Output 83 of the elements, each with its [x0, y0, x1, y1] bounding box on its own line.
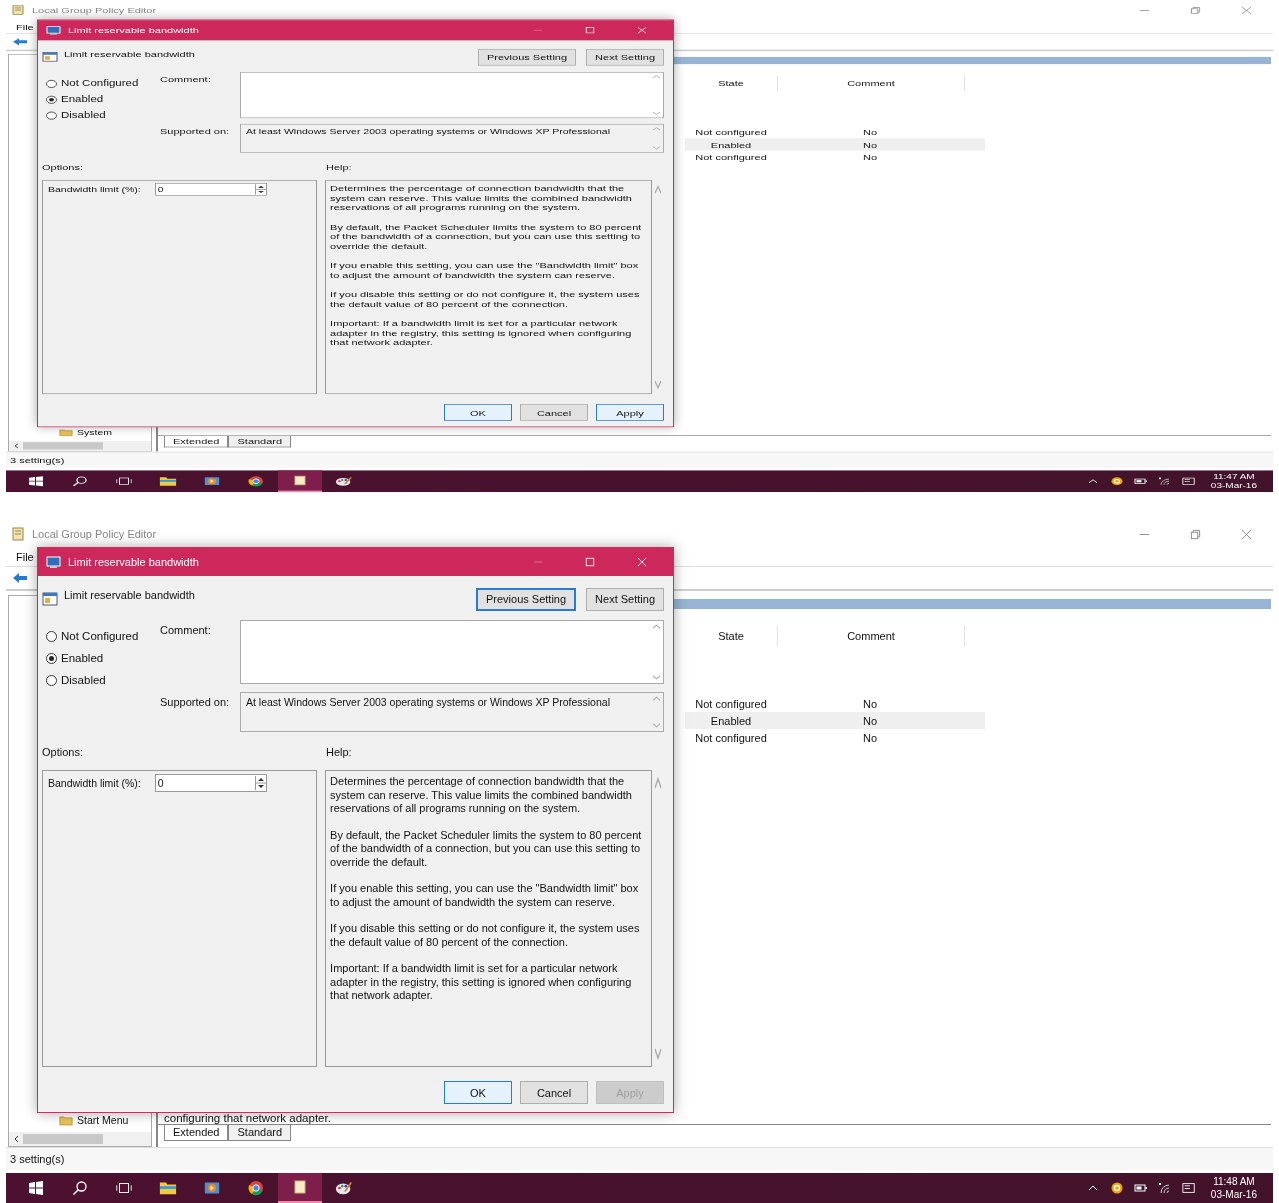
help-paragraph: If you disable this setting or do not configure it, the system uses the default value of 80 percent of the connection. — [330, 922, 641, 949]
dialog-button[interactable]: Cancel — [520, 1081, 588, 1104]
scroll-icon — [10, 526, 26, 542]
restore-icon[interactable] — [1190, 528, 1201, 540]
help-paragraph: Important: If a bandwidth limit is set for a particular network adapter in the registry, this setting is ignored when configuring that network adapter. — [330, 962, 633, 1003]
search-icon[interactable] — [71, 1180, 89, 1196]
tree-item[interactable]: Start Menu — [59, 1114, 151, 1126]
tray-app-icon[interactable] — [1109, 476, 1124, 486]
section-label: Options: — [42, 746, 84, 760]
taskbar-app-button[interactable] — [278, 470, 322, 493]
folder-icon[interactable] — [159, 475, 177, 487]
radio-button[interactable] — [46, 79, 57, 88]
policy-icon — [42, 591, 58, 607]
close-icon[interactable] — [1241, 528, 1252, 540]
help-paragraph: By default, the Packet Scheduler limits the system to 80 percent of the bandwidth of a connection, but you can use this setting to override the default. — [330, 828, 643, 869]
radio-option[interactable]: Not Configured — [42, 630, 139, 642]
chevron-left-icon[interactable] — [13, 1135, 19, 1143]
computer-icon — [46, 24, 62, 36]
radio-option[interactable]: Disabled — [42, 110, 106, 120]
help-paragraph: Determines the percentage of connection bandwidth that the system can reserve. This value limits the combined bandwidth reservations of all programs running on the system. — [330, 775, 633, 816]
field-label: Supported on: — [160, 695, 231, 710]
media-player-icon[interactable] — [203, 475, 221, 487]
radio-button[interactable] — [46, 95, 57, 104]
back-arrow-icon[interactable] — [12, 572, 28, 584]
radio-button[interactable] — [46, 652, 57, 664]
notification-icon[interactable] — [1181, 1182, 1196, 1194]
dialog-button[interactable]: OK — [444, 1081, 512, 1104]
status-text: 3 setting(s) — [10, 1153, 65, 1165]
radio-button[interactable] — [46, 630, 57, 642]
view-tab[interactable]: Standard — [228, 1125, 292, 1141]
tray-app-icon[interactable] — [1109, 1182, 1124, 1194]
list-row[interactable]: Not configured No — [685, 729, 985, 746]
section-label: Help: — [326, 746, 352, 760]
number-spinner[interactable]: 0 — [154, 774, 267, 792]
windows-start-icon[interactable] — [27, 1180, 45, 1196]
nav-button[interactable]: Next Setting — [586, 587, 664, 611]
comment-field[interactable] — [240, 72, 664, 119]
scroll-icon — [291, 1179, 309, 1195]
radio-option[interactable]: Enabled — [42, 652, 104, 664]
list-row[interactable]: Not configured No — [685, 695, 985, 712]
horizontal-scrollbar[interactable] — [9, 1132, 151, 1146]
scrollbar[interactable] — [650, 621, 663, 683]
restore-icon[interactable] — [1190, 6, 1201, 15]
field-label: Bandwidth limit (%): — [48, 777, 141, 789]
column-header[interactable]: Comment — [778, 626, 965, 646]
folder-icon[interactable] — [159, 1180, 177, 1196]
horizontal-scrollbar[interactable] — [9, 440, 151, 451]
list-row[interactable]: Enabled No — [685, 712, 985, 729]
paint-palette-icon[interactable] — [335, 1180, 353, 1196]
policy-name: Limit reservable bandwidth — [64, 589, 195, 601]
paint-palette-icon[interactable] — [335, 475, 353, 487]
policy-icon — [42, 51, 58, 63]
radio-option[interactable]: Not Configured — [42, 79, 139, 88]
radio-option[interactable]: Disabled — [42, 674, 106, 686]
browser-icon[interactable] — [247, 1180, 265, 1196]
maximize-icon[interactable] — [585, 557, 595, 567]
dialog-title: Limit reservable bandwidth — [68, 556, 199, 568]
back-arrow-icon[interactable] — [12, 37, 28, 47]
column-header[interactable]: State — [685, 626, 778, 646]
view-tab[interactable]: Extended — [164, 1125, 229, 1141]
tree-label: Start Menu — [77, 1114, 129, 1126]
computer-icon — [46, 554, 62, 570]
taskbar-app-button[interactable] — [278, 1173, 322, 1203]
radio-button[interactable] — [46, 674, 57, 686]
scrollbar[interactable] — [650, 693, 663, 731]
window-title: Local Group Policy Editor — [32, 528, 157, 540]
radio-button[interactable] — [46, 111, 57, 120]
radio-option[interactable]: Enabled — [42, 95, 104, 104]
clock[interactable]: 11:48 AM 03-Mar-16 — [1210, 1175, 1257, 1201]
description-text: configuring that network adapter. — [164, 1112, 331, 1124]
battery-icon[interactable] — [1133, 1182, 1148, 1194]
nav-button[interactable]: Previous Setting — [475, 587, 577, 611]
comment-field[interactable] — [240, 620, 664, 684]
windows-start-icon[interactable] — [27, 475, 45, 487]
supported-on-field: At least Windows Server 2003 operating systems or Windows XP Professional — [240, 692, 664, 732]
browser-icon[interactable] — [247, 475, 265, 487]
task-view-icon[interactable] — [115, 1180, 133, 1196]
field-label: Comment: — [160, 623, 212, 638]
wifi-icon[interactable] — [1157, 1182, 1172, 1194]
scroll-icon — [10, 4, 26, 16]
help-paragraph: If you enable this setting, you can use the "Bandwidth limit" box to adjust the amount of bandwidth the system can reserve. — [330, 882, 640, 909]
media-player-icon[interactable] — [203, 1180, 221, 1196]
menu-item[interactable]: File — [16, 551, 34, 563]
